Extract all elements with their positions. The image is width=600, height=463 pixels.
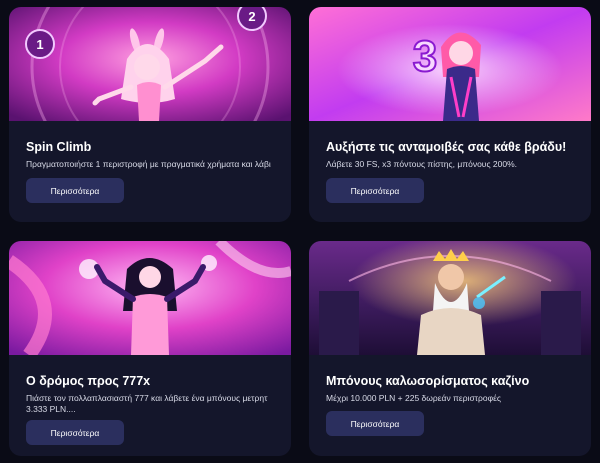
more-button[interactable]: Περισσότερα	[26, 420, 124, 445]
promo-description: Λάβετε 30 FS, x3 πόντους πίστης, μπόνους…	[326, 159, 518, 169]
promo-title: Αυξήστε τις ανταμοιβές σας κάθε βράδυ!	[326, 140, 567, 154]
promo-title: Ο δρόμος προς 777x	[26, 374, 151, 388]
promo-card-road-to-777x: Ο δρόμος προς 777x Πιάστε τον πολλαπλασι…	[9, 241, 291, 456]
more-button[interactable]: Περισσότερα	[26, 178, 124, 203]
promo-banner-image[interactable]: 1 2	[9, 7, 291, 121]
promo-title: Spin Climb	[26, 140, 92, 154]
more-button[interactable]: Περισσότερα	[326, 178, 424, 203]
promo-banner-image[interactable]	[309, 241, 591, 355]
promo-card-nightly-rewards: 3 Αυξήστε τις ανταμοιβές σας κάθε βράδυ!…	[309, 7, 591, 222]
more-button[interactable]: Περισσότερα	[326, 411, 424, 436]
promo-card-spin-climb: 1 2 Spin Climb Πραγματοποιήστε 1 περιστρ…	[9, 7, 291, 222]
promo-banner-image[interactable]: 3	[309, 7, 591, 121]
promo-description: Μέχρι 10.000 PLN + 225 δωρεάν περιστροφέ…	[326, 393, 502, 403]
promo-title: Μπόνους καλωσορίσματος καζίνο	[326, 374, 530, 388]
banner-number-2: 2	[248, 9, 255, 24]
banner-number-1: 1	[36, 37, 43, 52]
promo-description: Πιάστε τον πολλαπλασιαστή 777 και λάβετε…	[26, 393, 268, 414]
banner-number-3: 3	[413, 32, 437, 81]
promo-banner-image[interactable]	[9, 241, 291, 355]
promo-card-casino-welcome-bonus: Μπόνους καλωσορίσματος καζίνο Μέχρι 10.0…	[309, 241, 591, 456]
promo-description: Πραγματοποιήστε 1 περιστροφή με πραγματι…	[26, 159, 271, 169]
